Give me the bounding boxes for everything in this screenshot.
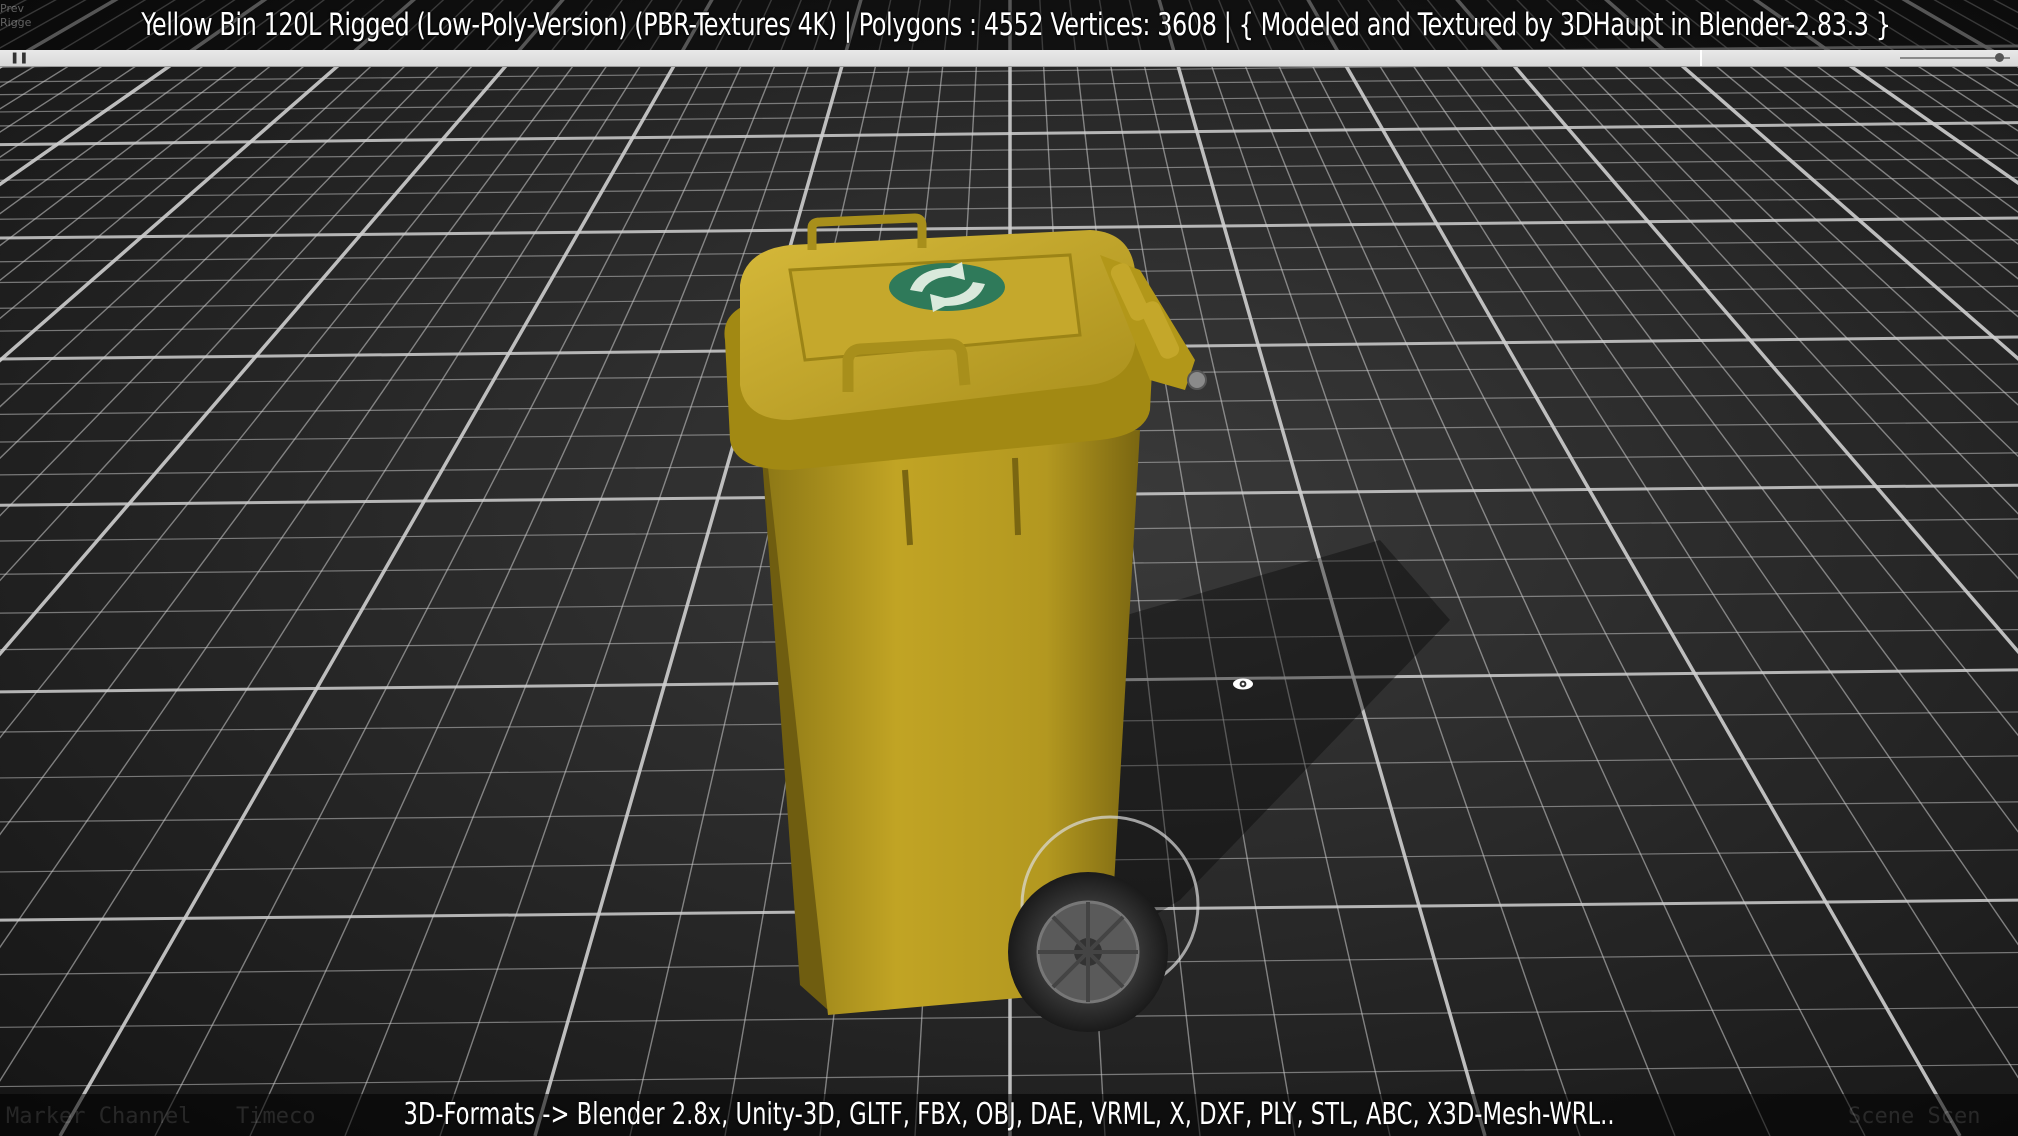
timeline-strip[interactable]: ❚❚ <box>0 50 2018 67</box>
3d-scene[interactable] <box>0 0 2018 1136</box>
page-title: Yellow Bin 120L Rigged (Low-Poly-Version… <box>141 7 1891 43</box>
bottom-bar: Marker Channel Timeco Scene Scen 3D-Form… <box>0 1094 2018 1136</box>
3d-viewport[interactable]: Prev Rigge Yellow Bin 120L Rigged (Low-P… <box>0 0 2018 1136</box>
eye-icon[interactable] <box>1232 677 1254 691</box>
title-bar: Prev Rigge Yellow Bin 120L Rigged (Low-P… <box>0 0 2018 50</box>
bin-rib <box>1012 457 1021 536</box>
wheel <box>1008 872 1168 1032</box>
corner-label: Prev Rigge <box>0 2 32 29</box>
ghost-label: Scene Scen <box>1848 1104 1981 1129</box>
timeline-marker[interactable] <box>1700 50 1702 66</box>
pause-icon[interactable]: ❚❚ <box>10 50 28 66</box>
zoom-slider[interactable] <box>1900 53 2010 62</box>
formats-caption: 3D-Formats -> Blender 2.8x, Unity-3D, GL… <box>403 1097 1615 1132</box>
zoom-slider-knob[interactable] <box>1995 53 2004 62</box>
